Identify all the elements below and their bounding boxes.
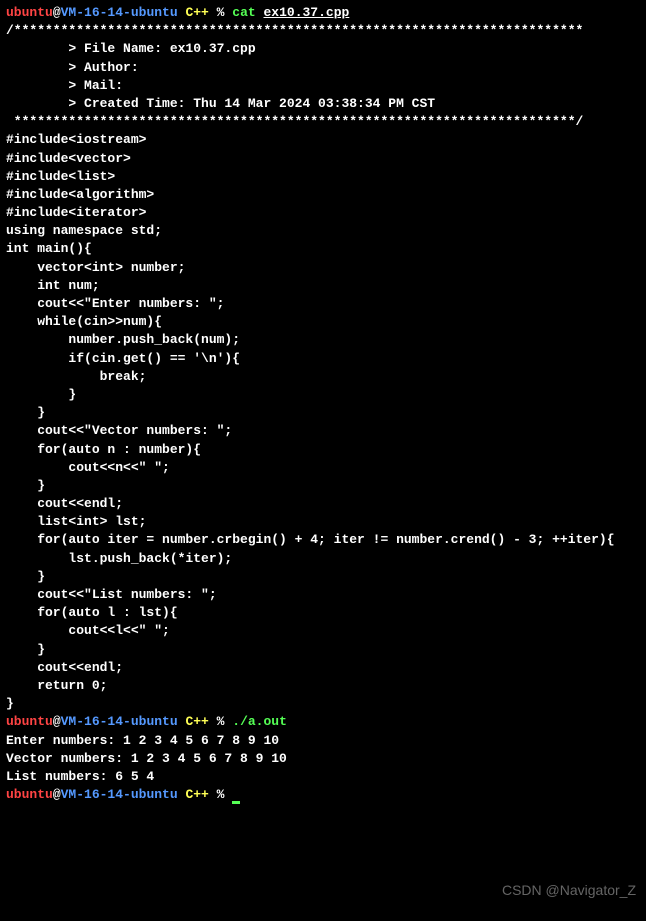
watermark: CSDN @Navigator_Z xyxy=(502,881,636,901)
source-line: cout<<l<<" "; xyxy=(6,622,640,640)
prompt-user: ubuntu xyxy=(6,787,53,802)
source-line: > File Name: ex10.37.cpp xyxy=(6,40,640,58)
output-line: List numbers: 6 5 4 xyxy=(6,768,640,786)
source-line: cout<<"Enter numbers: "; xyxy=(6,295,640,313)
prompt-user: ubuntu xyxy=(6,714,53,729)
source-line: for(auto n : number){ xyxy=(6,441,640,459)
source-line: } xyxy=(6,568,640,586)
source-line: } xyxy=(6,695,640,713)
prompt-dir: C++ xyxy=(178,714,209,729)
command-arg: ex10.37.cpp xyxy=(264,5,350,20)
prompt-host: VM-16-14-ubuntu xyxy=(61,5,178,20)
source-line: #include<iterator> xyxy=(6,204,640,222)
prompt-dir: C++ xyxy=(178,5,209,20)
prompt-dir: C++ xyxy=(178,787,209,802)
source-line: return 0; xyxy=(6,677,640,695)
source-line: #include<vector> xyxy=(6,150,640,168)
source-line: cout<<"Vector numbers: "; xyxy=(6,422,640,440)
prompt-line-3[interactable]: ubuntu@VM-16-14-ubuntu C++ % xyxy=(6,786,640,804)
source-line: > Author: xyxy=(6,59,640,77)
source-line: } xyxy=(6,404,640,422)
source-line: list<int> lst; xyxy=(6,513,640,531)
prompt-host: VM-16-14-ubuntu xyxy=(61,714,178,729)
prompt-line-2: ubuntu@VM-16-14-ubuntu C++ % ./a.out xyxy=(6,713,640,731)
prompt-user: ubuntu xyxy=(6,5,53,20)
source-line: if(cin.get() == '\n'){ xyxy=(6,350,640,368)
source-line: while(cin>>num){ xyxy=(6,313,640,331)
output-line: Vector numbers: 1 2 3 4 5 6 7 8 9 10 xyxy=(6,750,640,768)
prompt-pct: % xyxy=(209,714,232,729)
source-line: int num; xyxy=(6,277,640,295)
source-line: break; xyxy=(6,368,640,386)
source-line: #include<list> xyxy=(6,168,640,186)
prompt-at: @ xyxy=(53,787,61,802)
source-line: } xyxy=(6,641,640,659)
source-line: for(auto iter = number.crbegin() + 4; it… xyxy=(6,531,640,549)
source-line: #include<algorithm> xyxy=(6,186,640,204)
terminal-output[interactable]: ubuntu@VM-16-14-ubuntu C++ % cat ex10.37… xyxy=(6,4,640,804)
cursor-icon xyxy=(232,801,240,804)
command-run: ./a.out xyxy=(232,714,287,729)
source-line: /***************************************… xyxy=(6,22,640,40)
prompt-host: VM-16-14-ubuntu xyxy=(61,787,178,802)
source-line: } xyxy=(6,477,640,495)
prompt-pct: % xyxy=(209,787,232,802)
source-line: cout<<n<<" "; xyxy=(6,459,640,477)
prompt-pct: % xyxy=(209,5,232,20)
source-line: vector<int> number; xyxy=(6,259,640,277)
source-line: lst.push_back(*iter); xyxy=(6,550,640,568)
prompt-line-1: ubuntu@VM-16-14-ubuntu C++ % cat ex10.37… xyxy=(6,4,640,22)
source-line: } xyxy=(6,386,640,404)
source-line: cout<<endl; xyxy=(6,495,640,513)
source-line: number.push_back(num); xyxy=(6,331,640,349)
output-line: Enter numbers: 1 2 3 4 5 6 7 8 9 10 xyxy=(6,732,640,750)
source-line: > Mail: xyxy=(6,77,640,95)
source-line: int main(){ xyxy=(6,240,640,258)
source-line: cout<<endl; xyxy=(6,659,640,677)
prompt-at: @ xyxy=(53,5,61,20)
source-line: ****************************************… xyxy=(6,113,640,131)
prompt-at: @ xyxy=(53,714,61,729)
source-line: #include<iostream> xyxy=(6,131,640,149)
command-cat: cat xyxy=(232,5,263,20)
source-line: cout<<"List numbers: "; xyxy=(6,586,640,604)
source-line: for(auto l : lst){ xyxy=(6,604,640,622)
source-line: > Created Time: Thu 14 Mar 2024 03:38:34… xyxy=(6,95,640,113)
source-line: using namespace std; xyxy=(6,222,640,240)
